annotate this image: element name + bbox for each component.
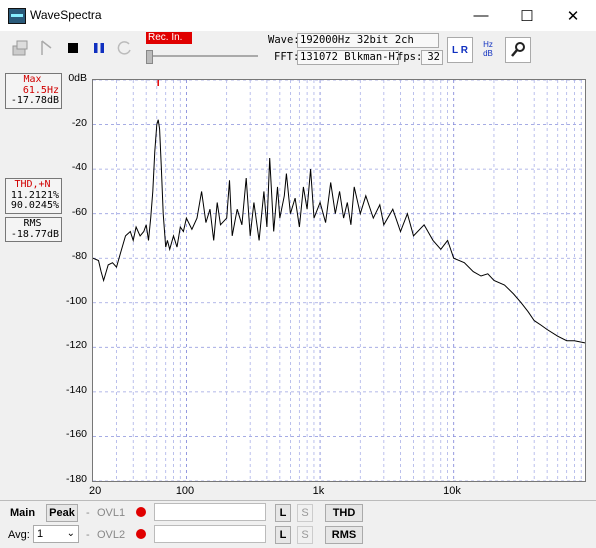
spectrum-chart bbox=[92, 79, 586, 482]
avg-label: Avg: bbox=[8, 529, 30, 541]
x-tick-label: 20 bbox=[89, 485, 102, 497]
y-tick-label: -100 bbox=[65, 294, 87, 307]
ovl2-s-button[interactable]: S bbox=[297, 526, 313, 544]
input-level-slider-track[interactable] bbox=[148, 55, 258, 57]
chevron-down-icon: ⌄ bbox=[66, 528, 75, 539]
max-header: Max bbox=[23, 74, 42, 85]
thd-header: THD,+N bbox=[14, 179, 51, 190]
thd-value-2: 90.0245% bbox=[10, 200, 59, 211]
fps-field: 32 bbox=[421, 50, 443, 65]
wave-format-field: 192000Hz 32bit 2ch bbox=[297, 33, 439, 48]
rms-readout: RMS -18.77dB bbox=[5, 217, 62, 242]
ovl1-label: OVL1 bbox=[97, 507, 126, 519]
ovl2-l-button[interactable]: L bbox=[275, 526, 291, 544]
ovl2-record-icon[interactable] bbox=[136, 529, 146, 539]
hz-db-label: Hz dB bbox=[483, 40, 493, 58]
ovl1-record-icon[interactable] bbox=[136, 507, 146, 517]
play-icon[interactable] bbox=[36, 37, 58, 59]
rms-header: RMS bbox=[23, 218, 42, 229]
device-settings-icon[interactable] bbox=[10, 37, 32, 59]
x-tick-label: 100 bbox=[175, 485, 195, 497]
channel-lr-button[interactable]: L R bbox=[447, 37, 473, 63]
ovl1-name-field[interactable] bbox=[154, 503, 266, 521]
rec-in-indicator: Rec. In. bbox=[146, 32, 192, 44]
title-bar: WaveSpectra — ☐ ✕ bbox=[0, 0, 596, 31]
y-tick-label: 0dB bbox=[68, 72, 87, 84]
hz-db-scale-icon[interactable]: Hz dB bbox=[476, 37, 500, 61]
ovl1-l-button[interactable]: L bbox=[275, 504, 291, 522]
ovl2-label: OVL2 bbox=[97, 529, 126, 541]
app-icon bbox=[8, 8, 26, 24]
dash-1: - bbox=[86, 507, 90, 519]
fft-label: FFT: bbox=[274, 51, 300, 63]
main-label: Main bbox=[10, 507, 36, 519]
window-title: WaveSpectra bbox=[30, 8, 102, 22]
x-tick-label: 10k bbox=[443, 485, 461, 497]
max-level: -17.78dB bbox=[10, 95, 59, 106]
y-tick-label: -40 bbox=[71, 161, 87, 174]
fps-label: fps: bbox=[397, 51, 423, 63]
ovl2-name-field[interactable] bbox=[154, 525, 266, 543]
minimize-button[interactable]: — bbox=[458, 0, 504, 31]
rms-button[interactable]: RMS bbox=[325, 526, 363, 544]
input-level-slider-thumb[interactable] bbox=[146, 50, 153, 64]
peak-button[interactable]: Peak bbox=[46, 504, 78, 522]
stop-button[interactable] bbox=[62, 37, 84, 59]
y-tick-label: -80 bbox=[71, 250, 87, 263]
avg-select[interactable]: 1 ⌄ bbox=[33, 525, 79, 543]
y-tick-label: -20 bbox=[71, 116, 87, 129]
dash-2: - bbox=[86, 529, 90, 541]
max-readout: Max 61.5Hz -17.78dB bbox=[5, 73, 62, 109]
y-tick-label: -120 bbox=[65, 339, 87, 352]
reload-icon[interactable] bbox=[114, 37, 136, 59]
spectrum-line bbox=[92, 119, 586, 344]
pause-button[interactable] bbox=[88, 37, 110, 59]
avg-value: 1 bbox=[37, 528, 44, 540]
y-tick-label: -60 bbox=[71, 205, 87, 218]
maximize-button[interactable]: ☐ bbox=[504, 0, 550, 31]
spectrum-plot-area[interactable] bbox=[92, 79, 586, 482]
wave-label: Wave: bbox=[268, 34, 300, 46]
rms-value: -18.77dB bbox=[10, 228, 59, 240]
thd-readout: THD,+N 11.2121% 90.0245% bbox=[5, 178, 62, 214]
y-tick-label: -180 bbox=[65, 473, 87, 485]
y-tick-label: -160 bbox=[65, 428, 87, 441]
channel-lr-label: L R bbox=[452, 44, 468, 56]
thd-button[interactable]: THD bbox=[325, 504, 363, 522]
ovl1-s-button[interactable]: S bbox=[297, 504, 313, 522]
fft-setting-field: 131072 Blkman-H7 bbox=[297, 50, 399, 65]
y-tick-label: -140 bbox=[65, 383, 87, 396]
x-tick-label: 1k bbox=[312, 485, 325, 497]
close-button[interactable]: ✕ bbox=[550, 0, 596, 31]
wrench-settings-icon[interactable] bbox=[505, 37, 531, 63]
